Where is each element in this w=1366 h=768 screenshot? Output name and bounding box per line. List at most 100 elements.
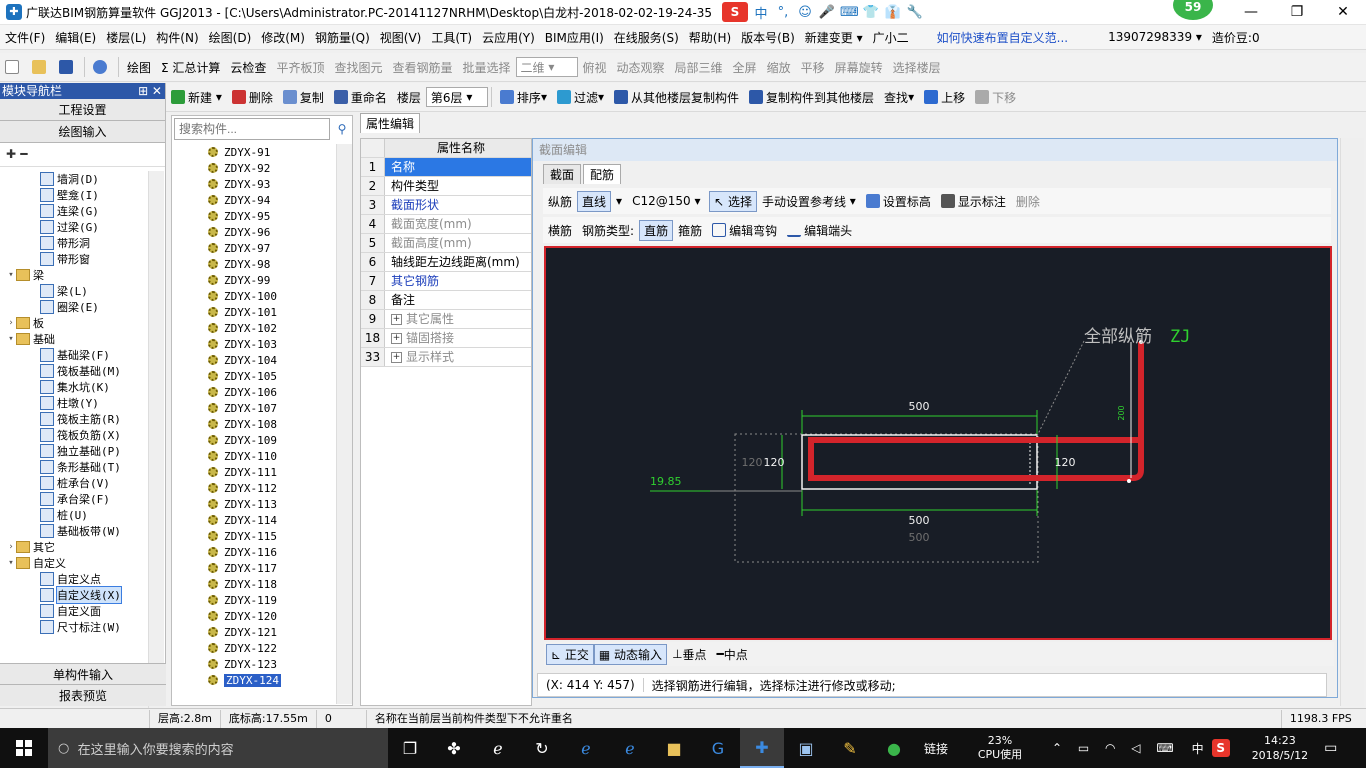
report-preview-button[interactable]: 报表预览 <box>0 684 166 706</box>
ime-skin-icon[interactable]: 👕 <box>862 5 880 20</box>
tree-item[interactable]: 筏板负筋(X) <box>0 427 150 443</box>
sogou-icon[interactable]: S <box>722 2 748 22</box>
ime-punct[interactable]: °, <box>774 5 792 20</box>
menu-help-link[interactable]: 如何快速布置自定义范... <box>932 29 1073 46</box>
tree-item[interactable]: 自定义点 <box>0 571 150 587</box>
tray-icons[interactable]: ⌃ ▭ ◠ ◁ ⌨ <box>1052 741 1180 755</box>
view-rebar-qty-button[interactable]: 查看钢筋量 <box>387 56 457 78</box>
component-list-item[interactable]: ZDYX-98 <box>180 256 340 272</box>
property-row[interactable]: 5 截面高度(mm) <box>361 234 531 253</box>
menu-online[interactable]: 在线服务(S) <box>609 29 684 46</box>
ime-lang[interactable]: 中 <box>752 3 770 22</box>
tree-item[interactable]: 筏板主筋(R) <box>0 411 150 427</box>
property-row[interactable]: 7 其它钢筋 <box>361 272 531 291</box>
tree-item[interactable]: 尺寸标注(W) <box>0 619 150 635</box>
menu-rebar-qty[interactable]: 钢筋量(Q) <box>310 29 375 46</box>
component-list-item[interactable]: ZDYX-107 <box>180 400 340 416</box>
rebar-endpoint-bottom[interactable] <box>1127 479 1131 483</box>
expand-plus-icon[interactable]: + <box>391 313 402 325</box>
section-drawing[interactable]: 500 500 500 120 120 120 200 19.85 全部纵筋 Z… <box>546 248 1330 638</box>
fan-app-icon[interactable]: ✤ <box>432 728 476 768</box>
component-list-item[interactable]: ZDYX-102 <box>180 320 340 336</box>
fullscreen-button[interactable]: 全屏 <box>728 56 762 78</box>
component-list-item[interactable]: ZDYX-120 <box>180 608 340 624</box>
expand-collapse-icons[interactable]: ✚ ━ <box>0 143 165 167</box>
property-row[interactable]: 4 截面宽度(mm) <box>361 215 531 234</box>
manual-ref-line-button[interactable]: 手动设置参考线 ▾ <box>757 190 861 212</box>
offset-text[interactable]: 19.85 <box>650 475 682 488</box>
tree-item[interactable]: 基础梁(F) <box>0 347 150 363</box>
tree-expander-icon[interactable]: › <box>6 318 16 328</box>
component-list-item[interactable]: ZDYX-111 <box>180 464 340 480</box>
select-tool-button[interactable]: ↖ 选择 <box>709 190 757 212</box>
dynamic-input-button[interactable]: ▦ 动态输入 <box>593 643 668 665</box>
tree-item[interactable]: 梁(L) <box>0 283 150 299</box>
screen-rotate-button[interactable]: 屏幕旋转 <box>830 56 888 78</box>
component-list-item[interactable]: ZDYX-106 <box>180 384 340 400</box>
nav-pin-icon[interactable]: ⊞ ✕ <box>138 83 165 99</box>
edit-end-button[interactable]: 编辑端头 <box>782 219 857 241</box>
component-list-item[interactable]: ZDYX-119 <box>180 592 340 608</box>
dim-vertical-text[interactable]: 200 <box>1117 405 1126 420</box>
find-button[interactable]: 查找 ▾ <box>879 86 919 108</box>
tree-item[interactable]: 桩(U) <box>0 507 150 523</box>
component-list-item[interactable]: ZDYX-103 <box>180 336 340 352</box>
edit-hook-button[interactable]: 编辑弯钩 <box>707 219 782 241</box>
ie-blue-icon[interactable]: ℯ <box>608 728 652 768</box>
tree-item[interactable]: ▾ 梁 <box>0 267 150 283</box>
menu-tools[interactable]: 工具(T) <box>426 29 477 46</box>
undo-button[interactable] <box>88 56 115 78</box>
stirrup-button[interactable]: 箍筋 <box>673 219 707 241</box>
component-list-item[interactable]: ZDYX-105 <box>180 368 340 384</box>
section-drawing-canvas[interactable]: 500 500 500 120 120 120 200 19.85 全部纵筋 Z… <box>544 246 1332 640</box>
property-row[interactable]: 3 截面形状 <box>361 196 531 215</box>
component-list-item[interactable]: ZDYX-93 <box>180 176 340 192</box>
rename-component-button[interactable]: 重命名 <box>329 86 392 108</box>
expand-plus-icon[interactable]: + <box>391 332 402 344</box>
perpendicular-button[interactable]: ⊥ 垂点 <box>667 643 711 665</box>
tree-item[interactable]: 柱墩(Y) <box>0 395 150 411</box>
app-icon-4[interactable]: ● <box>872 728 916 768</box>
rebar-line[interactable] <box>808 342 1144 481</box>
midpoint-button[interactable]: ━ 中点 <box>712 643 753 665</box>
property-row[interactable]: 6 轴线距左边线距离(mm) <box>361 253 531 272</box>
menu-version[interactable]: 版本号(B) <box>736 29 800 46</box>
search-icon[interactable]: ⚲ <box>332 118 352 140</box>
property-row[interactable]: 33 + 显示样式 <box>361 348 531 367</box>
ime-voice-icon[interactable]: 🎤 <box>818 5 836 20</box>
glodon-g-icon[interactable]: G <box>696 728 740 768</box>
sogou-tray-icon[interactable]: S <box>1211 739 1230 757</box>
tree-item[interactable]: 圈梁(E) <box>0 299 150 315</box>
tree-item[interactable]: 带形窗 <box>0 251 150 267</box>
local-3d-button[interactable]: 局部三维 <box>670 56 728 78</box>
property-row[interactable]: 1 名称 <box>361 158 531 177</box>
delete-component-button[interactable]: 删除 <box>227 86 278 108</box>
dim-left-text[interactable]: 120 <box>764 456 785 469</box>
open-file-button[interactable] <box>27 56 54 78</box>
tree-item[interactable]: 独立基础(P) <box>0 443 150 459</box>
component-list-item[interactable]: ZDYX-121 <box>180 624 340 640</box>
component-list-item[interactable]: ZDYX-97 <box>180 240 340 256</box>
tree-item[interactable]: ▾ 自定义 <box>0 555 150 571</box>
component-list-item[interactable]: ZDYX-117 <box>180 560 340 576</box>
tree-item[interactable]: › 其它 <box>0 539 150 555</box>
tree-item[interactable]: 集水坑(K) <box>0 379 150 395</box>
app-icon-3[interactable]: ✎ <box>828 728 872 768</box>
menu-new-change[interactable]: 新建变更 ▾ <box>800 29 868 46</box>
single-input-button[interactable]: 单构件输入 <box>0 663 166 685</box>
cpu-meter[interactable]: 23% CPU使用 <box>970 734 1030 762</box>
ime-emoji-icon[interactable]: ☺ <box>796 5 814 20</box>
tab-property-edit[interactable]: 属性编辑 <box>360 113 420 133</box>
copy-from-floor-button[interactable]: 从其他楼层复制构件 <box>609 86 744 108</box>
app-icon-2[interactable]: ▣ <box>784 728 828 768</box>
component-list-item[interactable]: ZDYX-96 <box>180 224 340 240</box>
new-component-button[interactable]: 新建 ▾ <box>166 86 227 108</box>
menu-edit[interactable]: 编辑(E) <box>50 29 101 46</box>
sort-button[interactable]: 排序 ▾ <box>495 86 552 108</box>
account-button[interactable]: 13907298339 ▾ <box>1103 30 1207 44</box>
component-list-item[interactable]: ZDYX-108 <box>180 416 340 432</box>
component-list-item[interactable]: ZDYX-113 <box>180 496 340 512</box>
browser-icon[interactable]: ↻ <box>520 728 564 768</box>
component-list-item[interactable]: ZDYX-100 <box>180 288 340 304</box>
component-list-item[interactable]: ZDYX-118 <box>180 576 340 592</box>
